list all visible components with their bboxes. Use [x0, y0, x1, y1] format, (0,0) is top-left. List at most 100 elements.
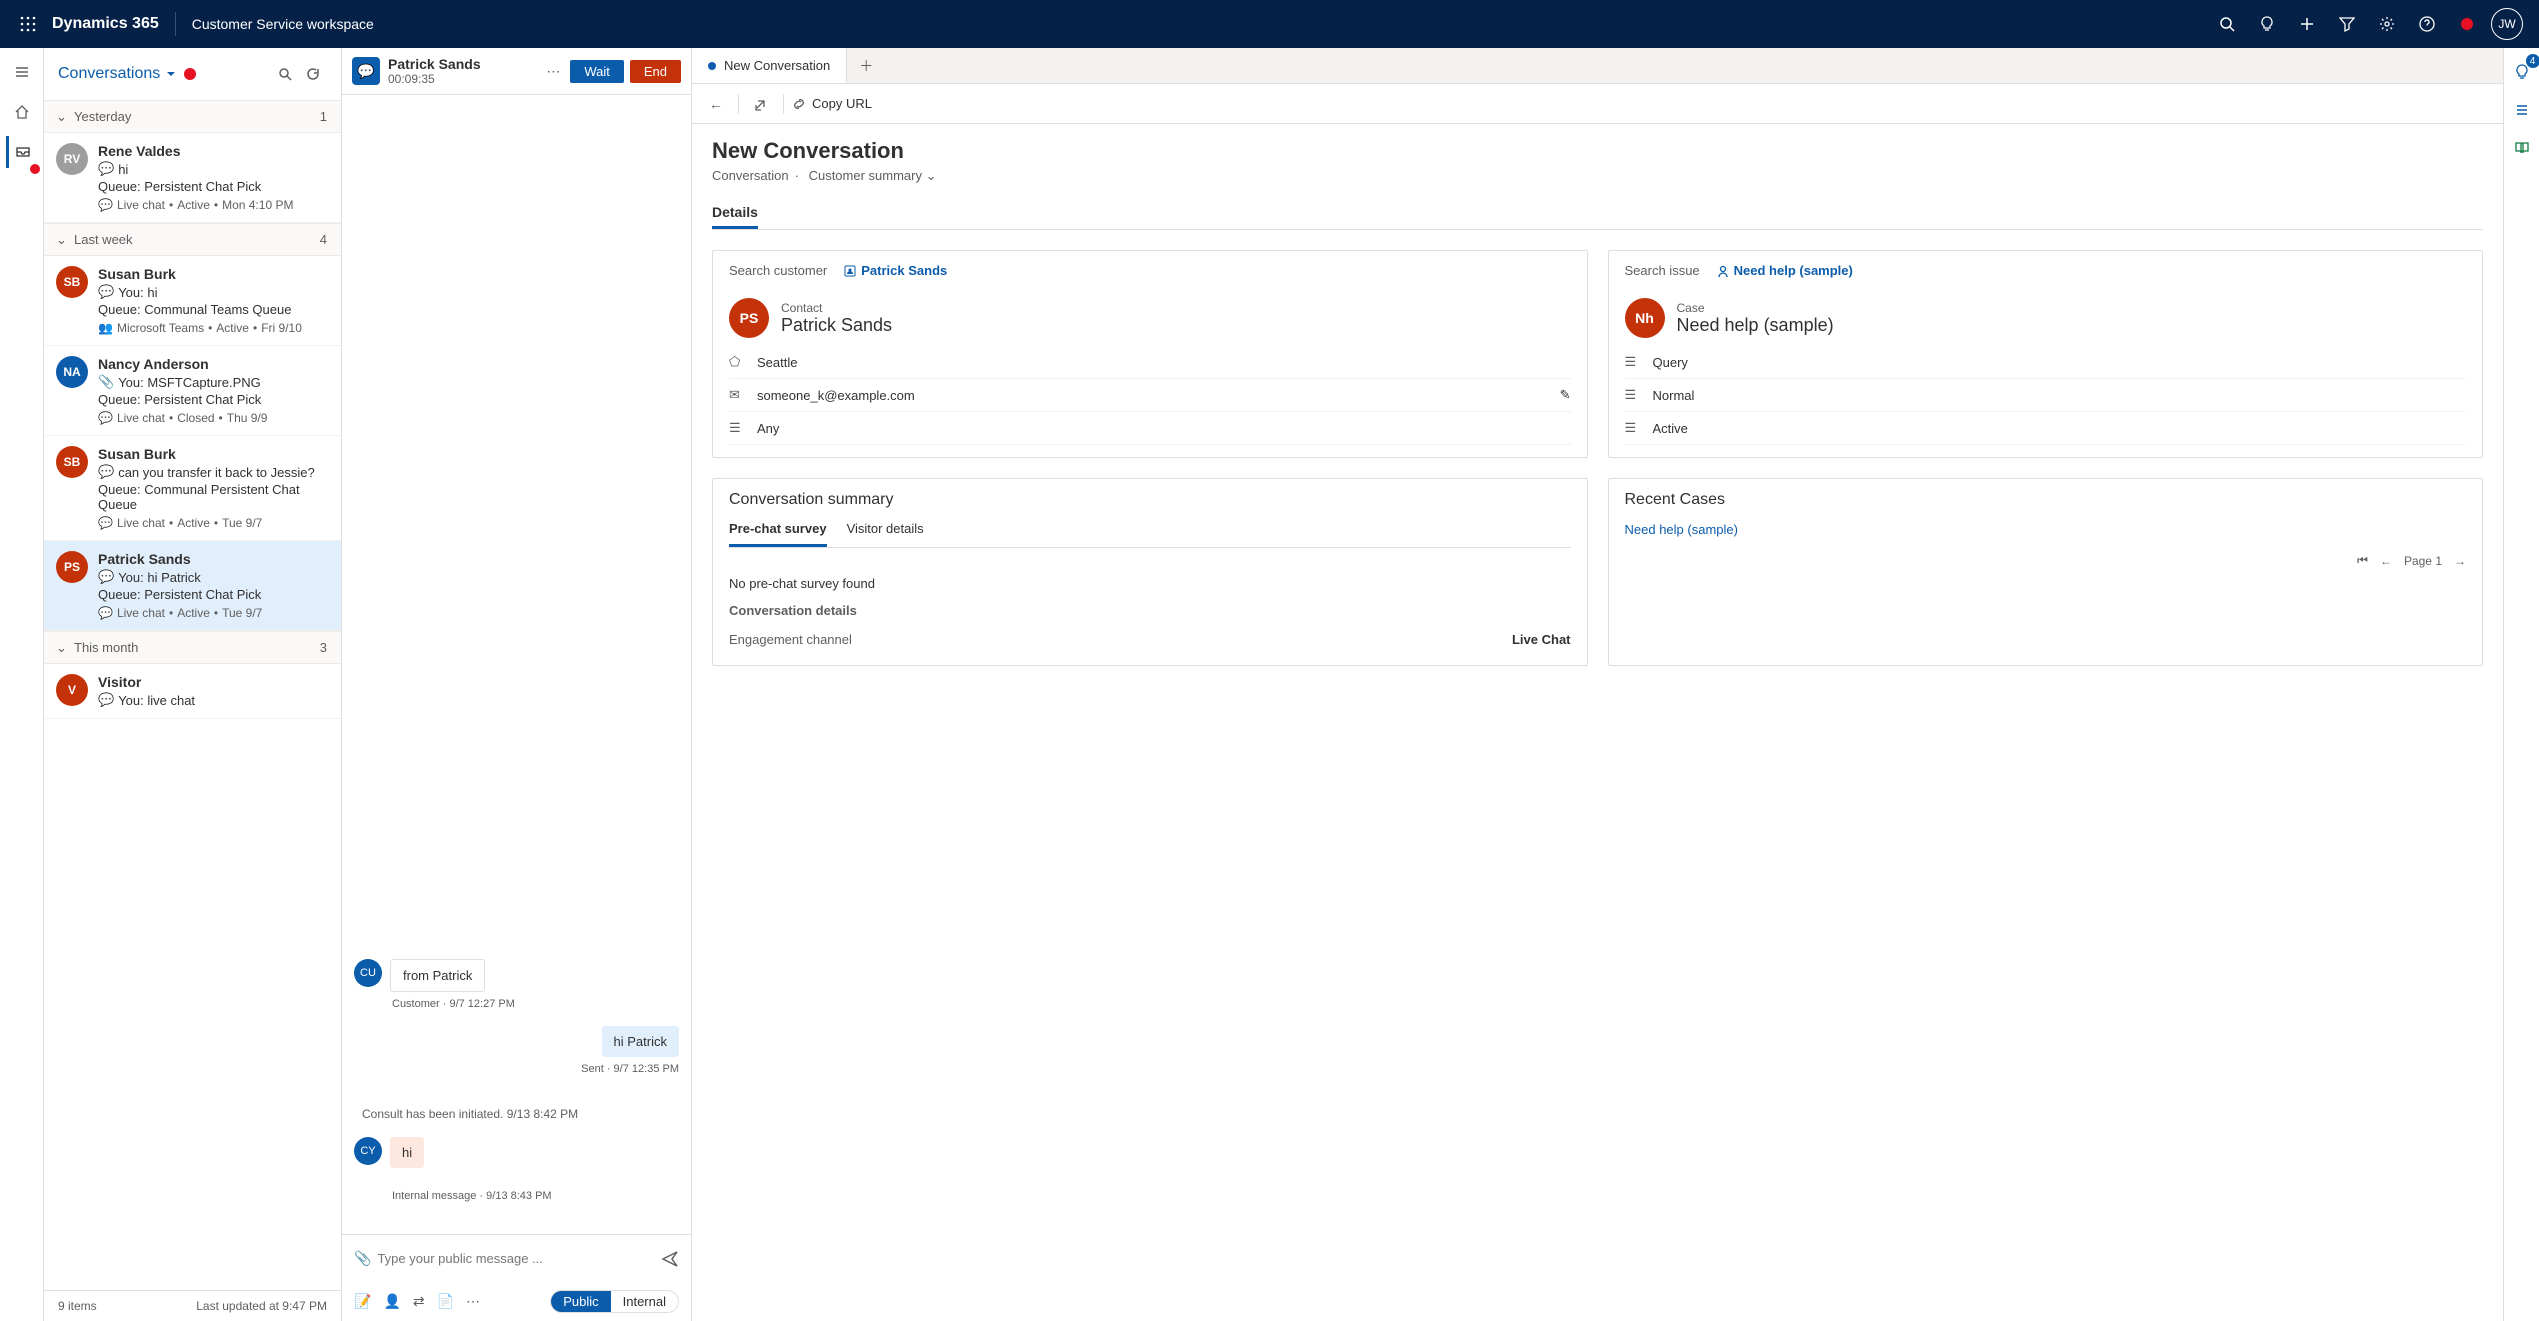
chat-contact-name: Patrick Sands: [388, 56, 481, 72]
first-page-icon[interactable]: ⏮: [2357, 553, 2368, 568]
list-icon: ☰: [1625, 354, 1641, 370]
notification-badge: 4: [2526, 54, 2539, 68]
list-icon: ☰: [1625, 420, 1641, 436]
contact-name: Nancy Anderson: [98, 356, 329, 372]
tab-details[interactable]: Details: [712, 204, 758, 229]
message-meta: Internal message · 9/13 8:43 PM: [392, 1190, 679, 1202]
search-icon[interactable]: [271, 60, 299, 88]
transfer-icon[interactable]: ⇄: [413, 1293, 425, 1310]
message-outgoing: hi Patrick: [354, 1026, 679, 1057]
app-launcher-icon[interactable]: [12, 8, 44, 40]
notes-icon[interactable]: 📝: [354, 1293, 371, 1310]
conv-group-lastweek[interactable]: ⌄ Last week 4: [44, 223, 341, 256]
session-tabs: New Conversation ＋: [692, 48, 2503, 84]
chat-bubble-icon: 💬: [98, 284, 114, 300]
issue-panel: Search issue Need help (sample) Nh Case …: [1608, 250, 2484, 458]
refresh-icon[interactable]: [299, 60, 327, 88]
issue-link[interactable]: Need help (sample): [1716, 263, 1853, 278]
conv-group-thismonth[interactable]: ⌄ This month 3: [44, 631, 341, 664]
prev-page-icon[interactable]: ←: [2380, 554, 2392, 568]
chevron-down-icon: [166, 69, 176, 79]
toggle-internal[interactable]: Internal: [611, 1291, 678, 1312]
recent-case-link[interactable]: Need help (sample): [1625, 522, 1738, 537]
conversation-item-selected[interactable]: PS Patrick Sands 💬 You: hi Patrick Queue…: [44, 541, 341, 631]
tab-prechat[interactable]: Pre-chat survey: [729, 521, 827, 547]
contact-name: Patrick Sands: [98, 551, 329, 567]
chevron-down-icon: ⌄: [56, 232, 67, 248]
contact-name: Susan Burk: [98, 266, 329, 282]
lightbulb-icon[interactable]: [2247, 0, 2287, 48]
chat-timer: 00:09:35: [388, 72, 481, 86]
field-email[interactable]: ✉someone_k@example.com✎: [729, 379, 1571, 412]
copy-url-button[interactable]: Copy URL: [792, 96, 872, 111]
end-button[interactable]: End: [630, 60, 681, 83]
conversation-item[interactable]: NA Nancy Anderson 📎 You: MSFTCapture.PNG…: [44, 346, 341, 436]
conversation-item[interactable]: RV Rene Valdes 💬 hi Queue: Persistent Ch…: [44, 133, 341, 223]
search-customer-label: Search customer: [729, 263, 827, 278]
person-icon: [1716, 264, 1730, 278]
breadcrumb-dropdown[interactable]: Customer summary ⌄: [809, 168, 937, 183]
tab-new-conversation[interactable]: New Conversation: [692, 48, 847, 83]
field-pref[interactable]: ☰Any: [729, 412, 1571, 445]
conv-group-yesterday[interactable]: ⌄ Yesterday 1: [44, 100, 341, 133]
user-avatar[interactable]: JW: [2487, 0, 2527, 48]
toggle-public[interactable]: Public: [551, 1291, 610, 1312]
item-count: 9 items: [58, 1299, 97, 1313]
conversation-item[interactable]: SB Susan Burk 💬 You: hi Queue: Communal …: [44, 256, 341, 346]
summary-tabs: Pre-chat survey Visitor details: [729, 521, 1571, 548]
chat-input-row: 📎: [342, 1234, 691, 1282]
more-icon[interactable]: ⋯: [466, 1293, 480, 1310]
message-bubble: from Patrick: [390, 959, 485, 992]
menu-icon[interactable]: [6, 56, 38, 88]
person-icon[interactable]: 👤: [383, 1293, 400, 1310]
page-title: New Conversation: [712, 138, 2483, 164]
message-internal: CY hi: [354, 1137, 679, 1168]
presence-indicator[interactable]: [2447, 0, 2487, 48]
more-icon[interactable]: ⋯: [542, 59, 564, 84]
field-priority[interactable]: ☰Normal: [1625, 379, 2467, 412]
attachment-icon[interactable]: 📎: [354, 1250, 371, 1267]
filter-icon[interactable]: [2327, 0, 2367, 48]
chat-channel-icon: 💬: [352, 57, 380, 85]
wait-button[interactable]: Wait: [570, 60, 624, 83]
customer-link[interactable]: Patrick Sands: [843, 263, 947, 278]
lightbulb-icon[interactable]: 4: [2508, 58, 2536, 86]
conversation-item[interactable]: V Visitor 💬 You: live chat: [44, 664, 341, 719]
field-status[interactable]: ☰Active: [1625, 412, 2467, 445]
home-icon[interactable]: [6, 96, 38, 128]
list-icon[interactable]: [2508, 96, 2536, 124]
avatar: CU: [354, 959, 382, 987]
contact-name: Susan Burk: [98, 446, 329, 462]
recent-cases-panel: Recent Cases Need help (sample) ⏮ ← Page…: [1608, 478, 2484, 666]
tab-visitor[interactable]: Visitor details: [847, 521, 924, 547]
conversation-item[interactable]: SB Susan Burk 💬 can you transfer it back…: [44, 436, 341, 541]
livechat-icon: 💬: [98, 606, 113, 620]
inbox-icon[interactable]: [6, 136, 38, 168]
back-icon[interactable]: ←: [702, 90, 730, 118]
gear-icon[interactable]: [2367, 0, 2407, 48]
send-icon[interactable]: [661, 1250, 679, 1268]
customer-panel: Search customer Patrick Sands PS Contact…: [712, 250, 1588, 458]
edit-icon[interactable]: ✎: [1560, 387, 1571, 403]
field-channel: Engagement channel Live Chat: [729, 626, 1571, 653]
kb-icon[interactable]: 📄: [437, 1293, 454, 1310]
message-input[interactable]: [371, 1245, 661, 1272]
avatar: V: [56, 674, 88, 706]
field-city[interactable]: ⬠Seattle: [729, 346, 1571, 379]
help-icon[interactable]: [2407, 0, 2447, 48]
add-tab-button[interactable]: ＋: [847, 48, 885, 83]
book-icon[interactable]: [2508, 134, 2536, 162]
plus-icon[interactable]: [2287, 0, 2327, 48]
search-issue-label: Search issue: [1625, 263, 1700, 278]
next-page-icon[interactable]: →: [2454, 554, 2466, 568]
conversations-dropdown[interactable]: Conversations: [58, 65, 176, 83]
message-bubble: hi Patrick: [602, 1026, 679, 1057]
conversation-list: ⌄ Yesterday 1 RV Rene Valdes 💬 hi Queue:…: [44, 100, 341, 1290]
breadcrumb: Conversation· Customer summary ⌄: [712, 168, 2483, 184]
field-type[interactable]: ☰Query: [1625, 346, 2467, 379]
message-type-toggle[interactable]: Public Internal: [550, 1290, 679, 1313]
search-icon[interactable]: [2207, 0, 2247, 48]
attachment-icon: 📎: [98, 374, 114, 390]
list-icon: ☰: [1625, 387, 1641, 403]
popout-icon[interactable]: [747, 90, 775, 118]
